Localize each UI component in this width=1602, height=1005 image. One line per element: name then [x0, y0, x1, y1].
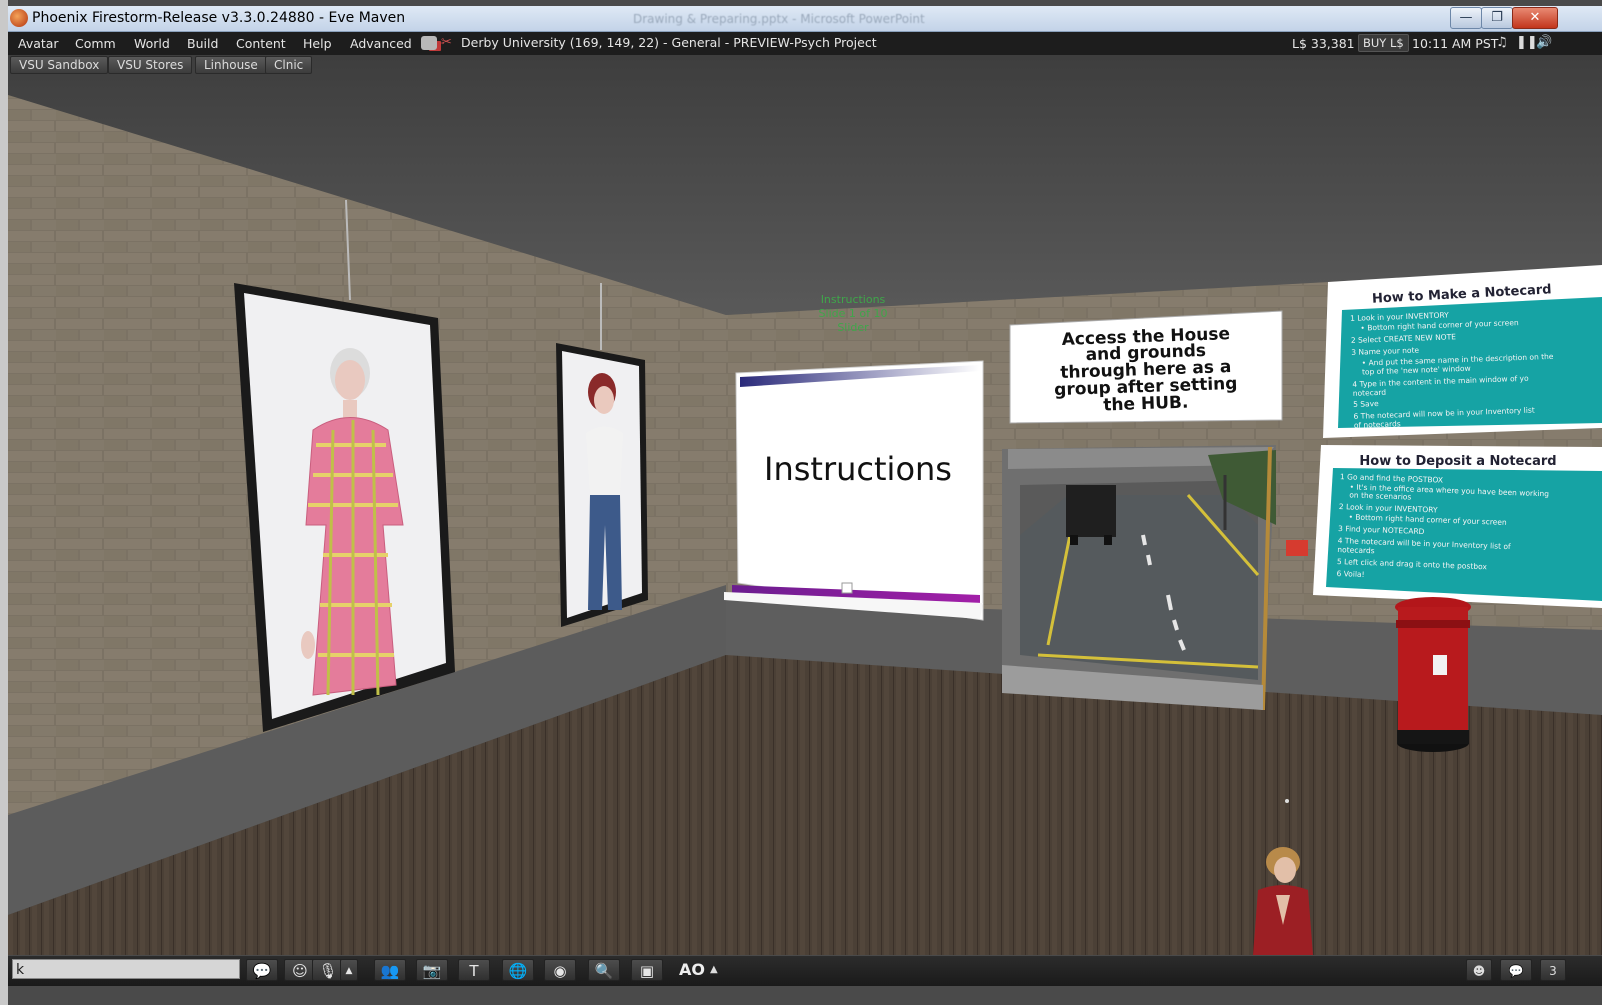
no-build-icon[interactable]: ✂: [441, 35, 457, 50]
floating-text-line-1: Instructions: [821, 293, 886, 306]
ao-toggle[interactable]: AO: [677, 959, 707, 981]
red-wall-sign[interactable]: [1286, 540, 1308, 556]
minimap-icon[interactable]: ◉: [544, 959, 576, 981]
menu-avatar[interactable]: Avatar: [18, 36, 59, 51]
viewer-window: Phoenix Firestorm-Release v3.3.0.24880 -…: [8, 0, 1602, 1005]
menu-advanced[interactable]: Advanced: [350, 36, 412, 51]
red-postbox[interactable]: [1395, 597, 1471, 752]
people-icon[interactable]: 👥: [374, 959, 406, 981]
buy-currency-button[interactable]: BUY L$: [1358, 34, 1409, 52]
background-window-title: Drawing & Preparing.pptx - Microsoft Pow…: [633, 12, 925, 26]
parcel-status-icon[interactable]: [421, 35, 437, 50]
volume-icon[interactable]: 🔊: [1536, 35, 1552, 50]
access-house-sign: Access the House and grounds through her…: [1009, 310, 1283, 424]
inventory-icon[interactable]: ▣: [631, 959, 663, 981]
floating-text-line-3: Slider: [837, 321, 869, 334]
svg-text:5 Save: 5 Save: [1353, 399, 1379, 409]
svg-text:6 Voila!: 6 Voila!: [1336, 569, 1364, 579]
pause-media-icon[interactable]: ❚❚: [1516, 35, 1538, 50]
slide-title: Instructions: [764, 450, 952, 488]
conversations-icon[interactable]: 💬: [1500, 959, 1532, 981]
location-display[interactable]: ✂ Derby University (169, 149, 22) - Gener…: [421, 34, 877, 53]
access-sign-line-5: the HUB.: [1103, 393, 1189, 416]
location-text: Derby University (169, 149, 22) - Genera…: [461, 35, 877, 50]
ao-dropdown-arrow[interactable]: ▲: [710, 959, 718, 981]
menu-content[interactable]: Content: [236, 36, 286, 51]
svg-text:notecards: notecards: [1337, 545, 1375, 555]
menu-bar: Avatar Comm World Build Content Help Adv…: [8, 32, 1602, 55]
voice-dropdown-arrow[interactable]: ▲: [340, 959, 358, 981]
poster-casual-avatar: [556, 343, 648, 627]
menu-help[interactable]: Help: [303, 36, 332, 51]
favorite-vsu-stores[interactable]: VSU Stores: [108, 56, 193, 74]
menu-build[interactable]: Build: [187, 36, 218, 51]
favorites-bar: VSU Sandbox VSU Stores Linhouse Clnic: [8, 55, 1602, 74]
chat-bubble-icon[interactable]: 💬: [246, 959, 278, 981]
svg-text:notecard: notecard: [1353, 388, 1387, 398]
doorway-street-view[interactable]: [1002, 445, 1276, 711]
camera-icon[interactable]: 📷: [416, 959, 448, 981]
menu-world[interactable]: World: [134, 36, 170, 51]
world-map-icon[interactable]: 🌐: [502, 959, 534, 981]
maximize-button[interactable]: ❐: [1481, 7, 1513, 29]
minimize-button[interactable]: —: [1450, 7, 1482, 29]
notecard-make-board: How to Make a Notecard 1 Look in your IN…: [1323, 265, 1602, 438]
bottom-toolbar: k 💬 ☺ 🎙 ▲ 👥 📷 T 🌐 ◉ 🔍 ▣ AO ▲ ☻ 💬 3: [8, 956, 1602, 986]
poster-plaid-dress-avatar: [234, 283, 455, 732]
avatar-thumbnail-icon[interactable]: ☻: [1466, 959, 1492, 981]
firestorm-app-icon: [10, 9, 28, 27]
favorite-clnic[interactable]: Clnic: [265, 56, 313, 74]
clock-time: 10:11 AM PST: [1412, 36, 1499, 51]
favorite-linhouse[interactable]: Linhouse: [195, 56, 267, 74]
notecard-deposit-title: How to Deposit a Notecard: [1359, 454, 1556, 469]
move-icon[interactable]: T: [458, 959, 490, 981]
notecard-deposit-board: How to Deposit a Notecard 1 Go and find …: [1313, 445, 1602, 608]
floating-text-line-2: Slide 1 of 10: [819, 307, 888, 320]
world-viewport[interactable]: Instructions Slide 1 of 10 Slider Instru…: [8, 55, 1602, 955]
svg-text:of notecards: of notecards: [1354, 419, 1401, 430]
notifications-count[interactable]: 3: [1540, 959, 1566, 981]
menu-comm[interactable]: Comm: [75, 36, 116, 51]
window-title: Phoenix Firestorm-Release v3.3.0.24880 -…: [32, 10, 406, 26]
music-note-icon[interactable]: ♫: [1496, 35, 1508, 50]
chat-input[interactable]: k: [12, 959, 240, 979]
close-button[interactable]: ✕: [1512, 7, 1558, 29]
favorite-vsu-sandbox[interactable]: VSU Sandbox: [10, 56, 109, 74]
linden-balance[interactable]: L$ 33,381: [1292, 36, 1355, 51]
search-icon[interactable]: 🔍: [588, 959, 620, 981]
slide-presenter-board[interactable]: Instructions: [724, 360, 984, 621]
title-bar[interactable]: Phoenix Firestorm-Release v3.3.0.24880 -…: [8, 6, 1602, 32]
